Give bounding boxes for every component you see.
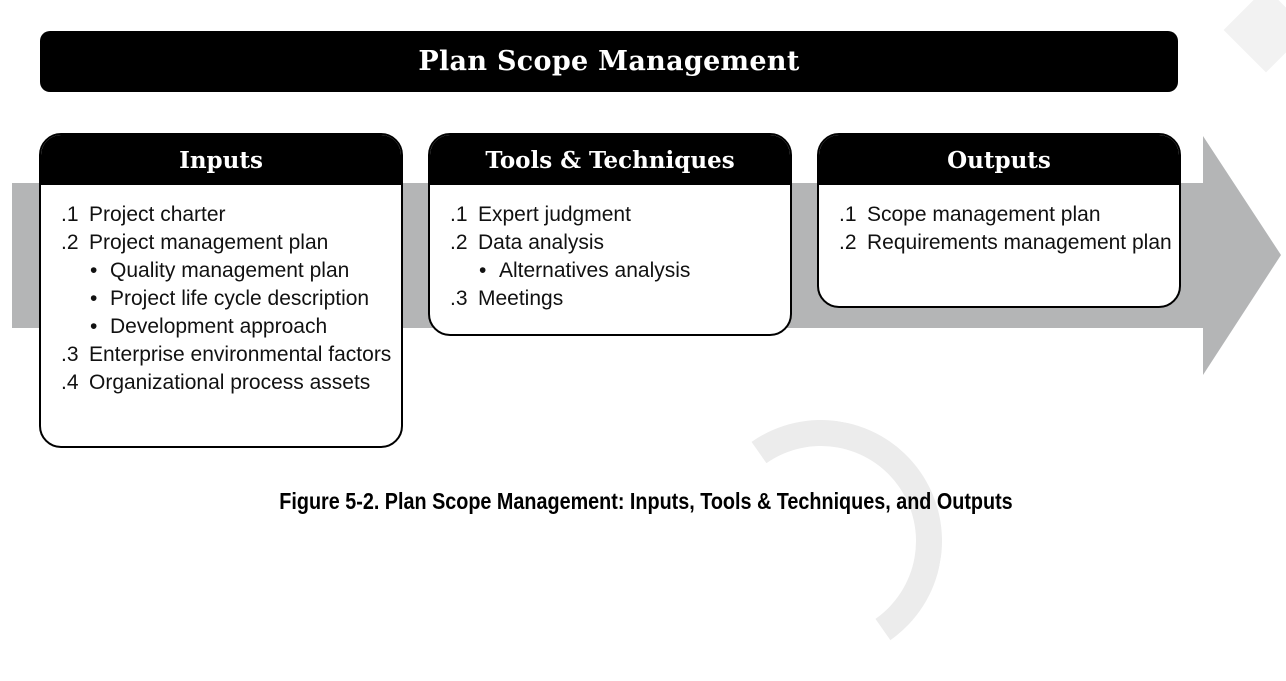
sub-item-text: Project life cycle description <box>110 287 370 310</box>
list-item: .1 Scope management plan <box>839 201 1179 229</box>
figure-caption: Figure 5-2. Plan Scope Management: Input… <box>279 488 1013 514</box>
item-number: .1 <box>61 203 79 226</box>
item-number: .3 <box>450 287 468 310</box>
inputs-box: Inputs .1 Project charter .2 Project manage… <box>39 133 403 448</box>
outputs-list: .1 Scope management plan .2 Requirements ma… <box>819 185 1179 257</box>
item-text: Data analysis <box>478 231 605 254</box>
item-number: .2 <box>61 231 79 254</box>
tools-header: Tools & Techniques <box>430 135 790 185</box>
tools-box: Tools & Techniques .1 Expert judgment .2 Da… <box>428 133 792 336</box>
item-number: .4 <box>61 371 79 394</box>
item-number: .3 <box>61 343 79 366</box>
item-text: Project management plan <box>89 231 329 254</box>
item-text: Enterprise environmental factors <box>89 343 392 366</box>
sub-list-item: • Alternatives analysis <box>450 257 790 285</box>
item-text: Organizational process assets <box>89 371 371 394</box>
item-number: .1 <box>839 203 857 226</box>
item-text: Requirements management plan <box>867 231 1172 254</box>
bullet-icon: • <box>90 287 98 310</box>
item-number: .1 <box>450 203 468 226</box>
list-item: .2 Project management plan <box>61 229 401 257</box>
list-item: .1 Expert judgment <box>450 201 790 229</box>
item-text: Expert judgment <box>478 203 631 226</box>
list-item: .1 Project charter <box>61 201 401 229</box>
list-item: .2 Requirements management plan <box>839 229 1179 257</box>
tools-list: .1 Expert judgment .2 Data analysis • Alterna… <box>430 185 790 313</box>
list-item: .3 Enterprise environmental factors <box>61 341 401 369</box>
item-text: Meetings <box>478 287 564 310</box>
inputs-header: Inputs <box>41 135 401 185</box>
list-item: .4 Organizational process assets <box>61 369 401 397</box>
item-number: .2 <box>839 231 857 254</box>
diagram-title: Plan Scope Management <box>40 31 1178 92</box>
list-item: .2 Data analysis <box>450 229 790 257</box>
sub-item-text: Development approach <box>110 315 328 338</box>
list-item: .3 Meetings <box>450 285 790 313</box>
item-text: Project charter <box>89 203 226 226</box>
bullet-icon: • <box>90 315 98 338</box>
sub-list-item: • Project life cycle description <box>61 285 401 313</box>
outputs-header: Outputs <box>819 135 1179 185</box>
item-text: Scope management plan <box>867 203 1101 226</box>
sub-item-text: Quality management plan <box>110 259 350 282</box>
sub-list-item: • Development approach <box>61 313 401 341</box>
bullet-icon: • <box>479 259 487 282</box>
sub-item-text: Alternatives analysis <box>499 259 691 282</box>
inputs-list: .1 Project charter .2 Project management pl… <box>41 185 401 397</box>
outputs-box: Outputs .1 Scope management plan .2 Require… <box>817 133 1181 308</box>
bullet-icon: • <box>90 259 98 282</box>
item-number: .2 <box>450 231 468 254</box>
sub-list-item: • Quality management plan <box>61 257 401 285</box>
